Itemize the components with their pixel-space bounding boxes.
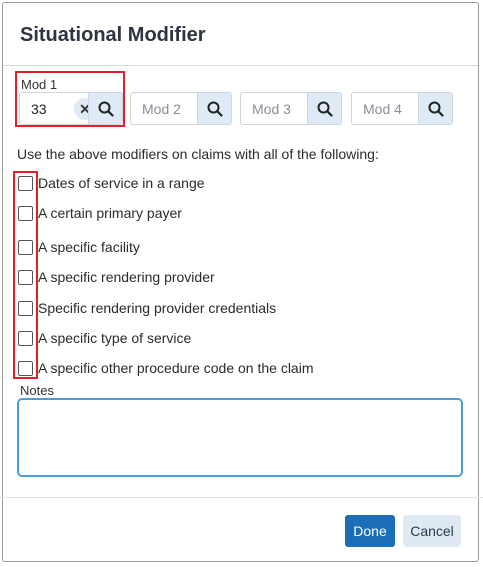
- mod-2-field[interactable]: Mod 2: [130, 92, 232, 125]
- condition-label: A specific facility: [38, 239, 140, 255]
- condition-label: Dates of service in a range: [38, 175, 205, 191]
- notes-textarea[interactable]: [17, 398, 463, 477]
- mod-2-placeholder[interactable]: Mod 2: [142, 101, 181, 117]
- mod-3-search-button[interactable]: [307, 93, 341, 124]
- condition-label: Specific rendering provider credentials: [38, 300, 277, 316]
- condition-label: A certain primary payer: [38, 205, 182, 221]
- mod-4-placeholder[interactable]: Mod 4: [363, 101, 402, 117]
- mod-1-field[interactable]: 33 ✕: [19, 92, 123, 125]
- checkbox[interactable]: [18, 330, 33, 346]
- condition-provider-credentials[interactable]: Specific rendering provider credentials: [18, 299, 276, 317]
- checkbox[interactable]: [18, 175, 33, 191]
- checkbox[interactable]: [18, 205, 33, 221]
- search-icon: [98, 101, 114, 117]
- condition-facility[interactable]: A specific facility: [18, 238, 140, 256]
- mod-1-value[interactable]: 33: [31, 101, 47, 117]
- condition-type-of-service[interactable]: A specific type of service: [18, 329, 191, 347]
- checkbox[interactable]: [18, 300, 33, 316]
- header-divider: [3, 65, 478, 66]
- mod-1-label: Mod 1: [21, 77, 58, 92]
- notes-label: Notes: [20, 383, 54, 398]
- mod-4-field[interactable]: Mod 4: [351, 92, 453, 125]
- condition-label: A specific type of service: [38, 330, 192, 346]
- search-icon: [428, 101, 444, 117]
- mod-4-search-button[interactable]: [418, 93, 452, 124]
- checkbox[interactable]: [18, 360, 33, 376]
- mod-1-search-button[interactable]: [88, 93, 122, 124]
- mod-3-field[interactable]: Mod 3: [240, 92, 342, 125]
- condition-other-procedure-code[interactable]: A specific other procedure code on the c…: [18, 359, 314, 377]
- cancel-button[interactable]: Cancel: [403, 515, 461, 547]
- condition-label: A specific other procedure code on the c…: [38, 360, 314, 376]
- search-icon: [207, 101, 223, 117]
- checkbox[interactable]: [18, 239, 33, 255]
- condition-date-range[interactable]: Dates of service in a range: [18, 174, 205, 192]
- condition-primary-payer[interactable]: A certain primary payer: [18, 204, 182, 222]
- done-button[interactable]: Done: [345, 515, 395, 547]
- mod-2-search-button[interactable]: [197, 93, 231, 124]
- condition-rendering-provider[interactable]: A specific rendering provider: [18, 268, 215, 286]
- instruction-text: Use the above modifiers on claims with a…: [17, 146, 379, 162]
- dialog-title: Situational Modifier: [20, 24, 206, 46]
- condition-label: A specific rendering provider: [38, 269, 215, 285]
- mod-3-placeholder[interactable]: Mod 3: [252, 101, 291, 117]
- search-icon: [317, 101, 333, 117]
- checkbox[interactable]: [18, 269, 33, 285]
- footer-divider: [0, 497, 483, 498]
